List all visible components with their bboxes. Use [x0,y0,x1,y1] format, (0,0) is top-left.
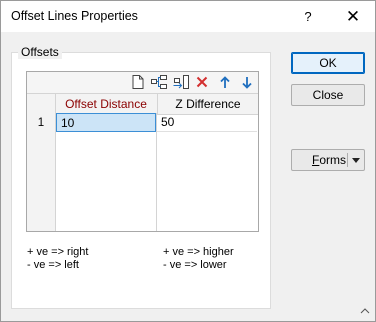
forms-label-rest: orms [319,153,346,167]
window-title: Offset Lines Properties [11,9,138,23]
notes-right: + ve => higher - ve => lower [163,246,234,272]
chevron-down-icon[interactable] [350,150,362,170]
grid-header: Offset Distance Z Difference [27,93,258,115]
offsets-grid: Offset Distance Z Difference 1 10 50 [26,71,259,232]
notes-left: + ve => right - ve => left [27,246,88,272]
help-button[interactable]: ? [293,1,323,32]
note-negative-left: - ve => left [27,259,79,271]
offset-distance-cell[interactable]: 10 [56,113,156,132]
title-bar: Offset Lines Properties ? ✕ [1,1,375,32]
z-difference-cell[interactable]: 50 [157,113,257,132]
insert-row-icon[interactable] [150,73,168,91]
note-positive-right: + ve => right [27,246,89,258]
column-header-z-difference[interactable]: Z Difference [157,94,258,114]
resize-grip-icon[interactable] [359,305,371,317]
append-row-icon[interactable] [172,73,190,91]
note-negative-lower: - ve => lower [163,259,227,271]
forms-button[interactable]: Forms [291,149,365,171]
forms-separator [347,153,348,167]
dialog-window: Offset Lines Properties ? ✕ Offsets Offs… [0,0,376,322]
move-down-icon[interactable] [238,73,256,91]
row-header-column: 1 [27,113,56,231]
row-number[interactable]: 1 [27,117,55,129]
new-document-icon[interactable] [129,73,147,91]
ok-button[interactable]: OK [291,52,365,74]
grid-toolbar [27,72,258,93]
column-header-offset-distance[interactable]: Offset Distance [56,94,156,114]
forms-label: Forms [292,150,346,170]
move-up-icon[interactable] [216,73,234,91]
close-button[interactable]: Close [291,84,365,106]
note-positive-higher: + ve => higher [163,246,234,258]
offsets-group-label: Offsets [18,45,62,59]
delete-icon[interactable] [193,73,211,91]
corner-cell [27,94,56,114]
close-window-button[interactable]: ✕ [337,1,369,32]
